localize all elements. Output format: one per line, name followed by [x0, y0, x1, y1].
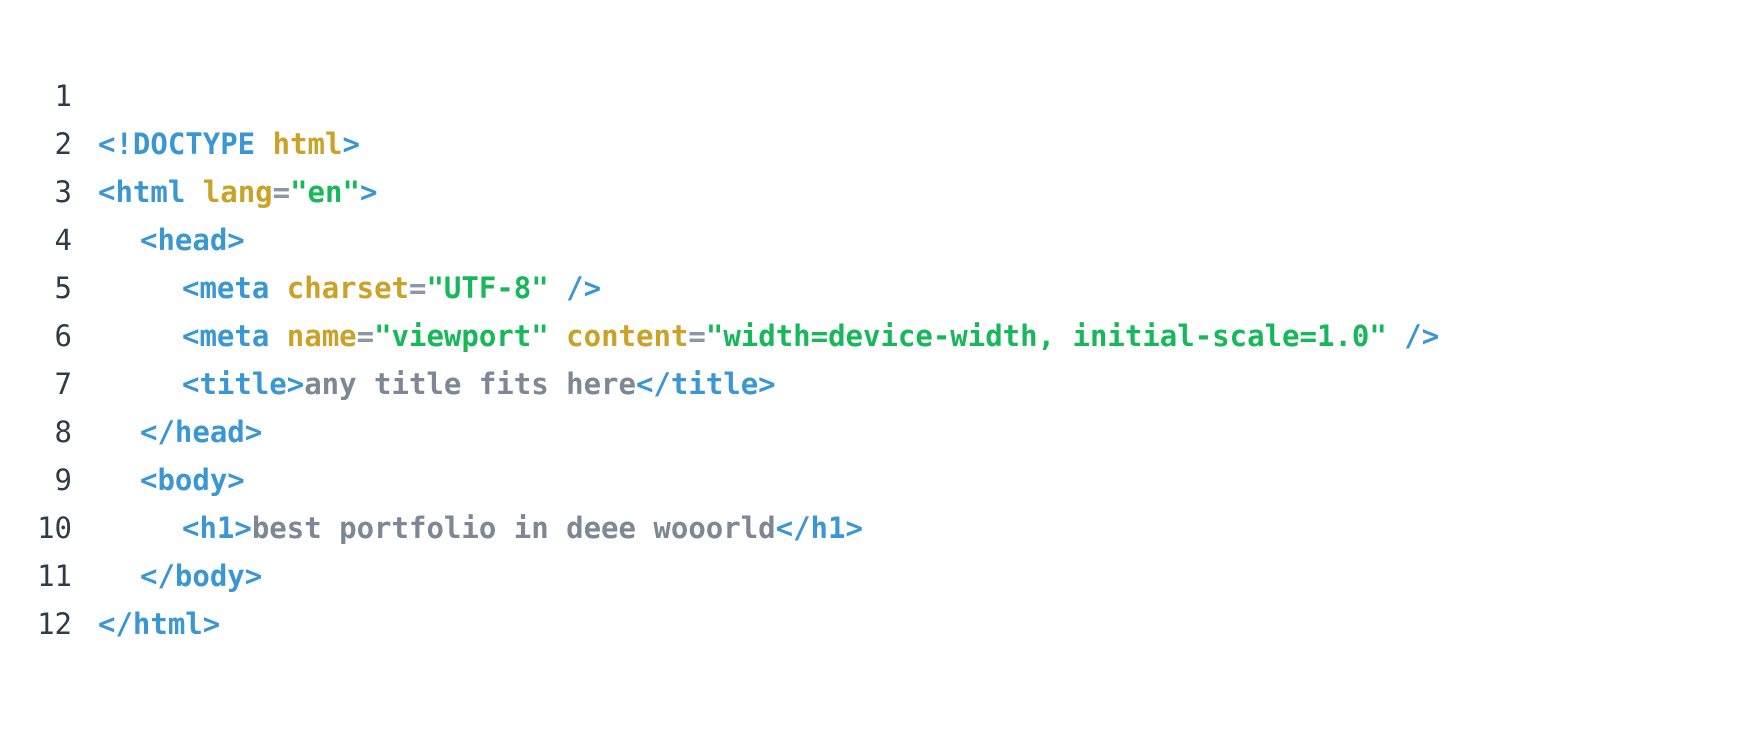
code-line-5: 5 <meta name="viewport" content="width=d…: [0, 216, 1757, 353]
code-line-4: 4 <meta charset="UTF-8" />: [0, 168, 1757, 305]
code-line-7: 7 </head>: [0, 312, 1757, 449]
code-line-11: 11 </html>: [0, 504, 1757, 641]
html-close-tag: </html>: [98, 607, 221, 641]
code-line-10: 10 </body>: [0, 456, 1757, 593]
code-line-12: 12: [0, 552, 1757, 641]
code-line-8: 8 <body>: [0, 360, 1757, 497]
code-line-6: 6 <title>any title fits here</title>: [0, 264, 1757, 401]
code-editor[interactable]: 1 <!DOCTYPE html> 2 <html lang="en"> 3 <…: [0, 24, 1757, 641]
code-line-1: 1 <!DOCTYPE html>: [0, 24, 1757, 161]
code-line-3: 3 <head>: [0, 120, 1757, 257]
code-content: </html>: [98, 600, 220, 648]
code-line-9: 9 <h1>best portfolio in deee wooorld</h1…: [0, 408, 1757, 545]
code-line-2: 2 <html lang="en">: [0, 72, 1757, 209]
line-number: 12: [37, 607, 72, 641]
